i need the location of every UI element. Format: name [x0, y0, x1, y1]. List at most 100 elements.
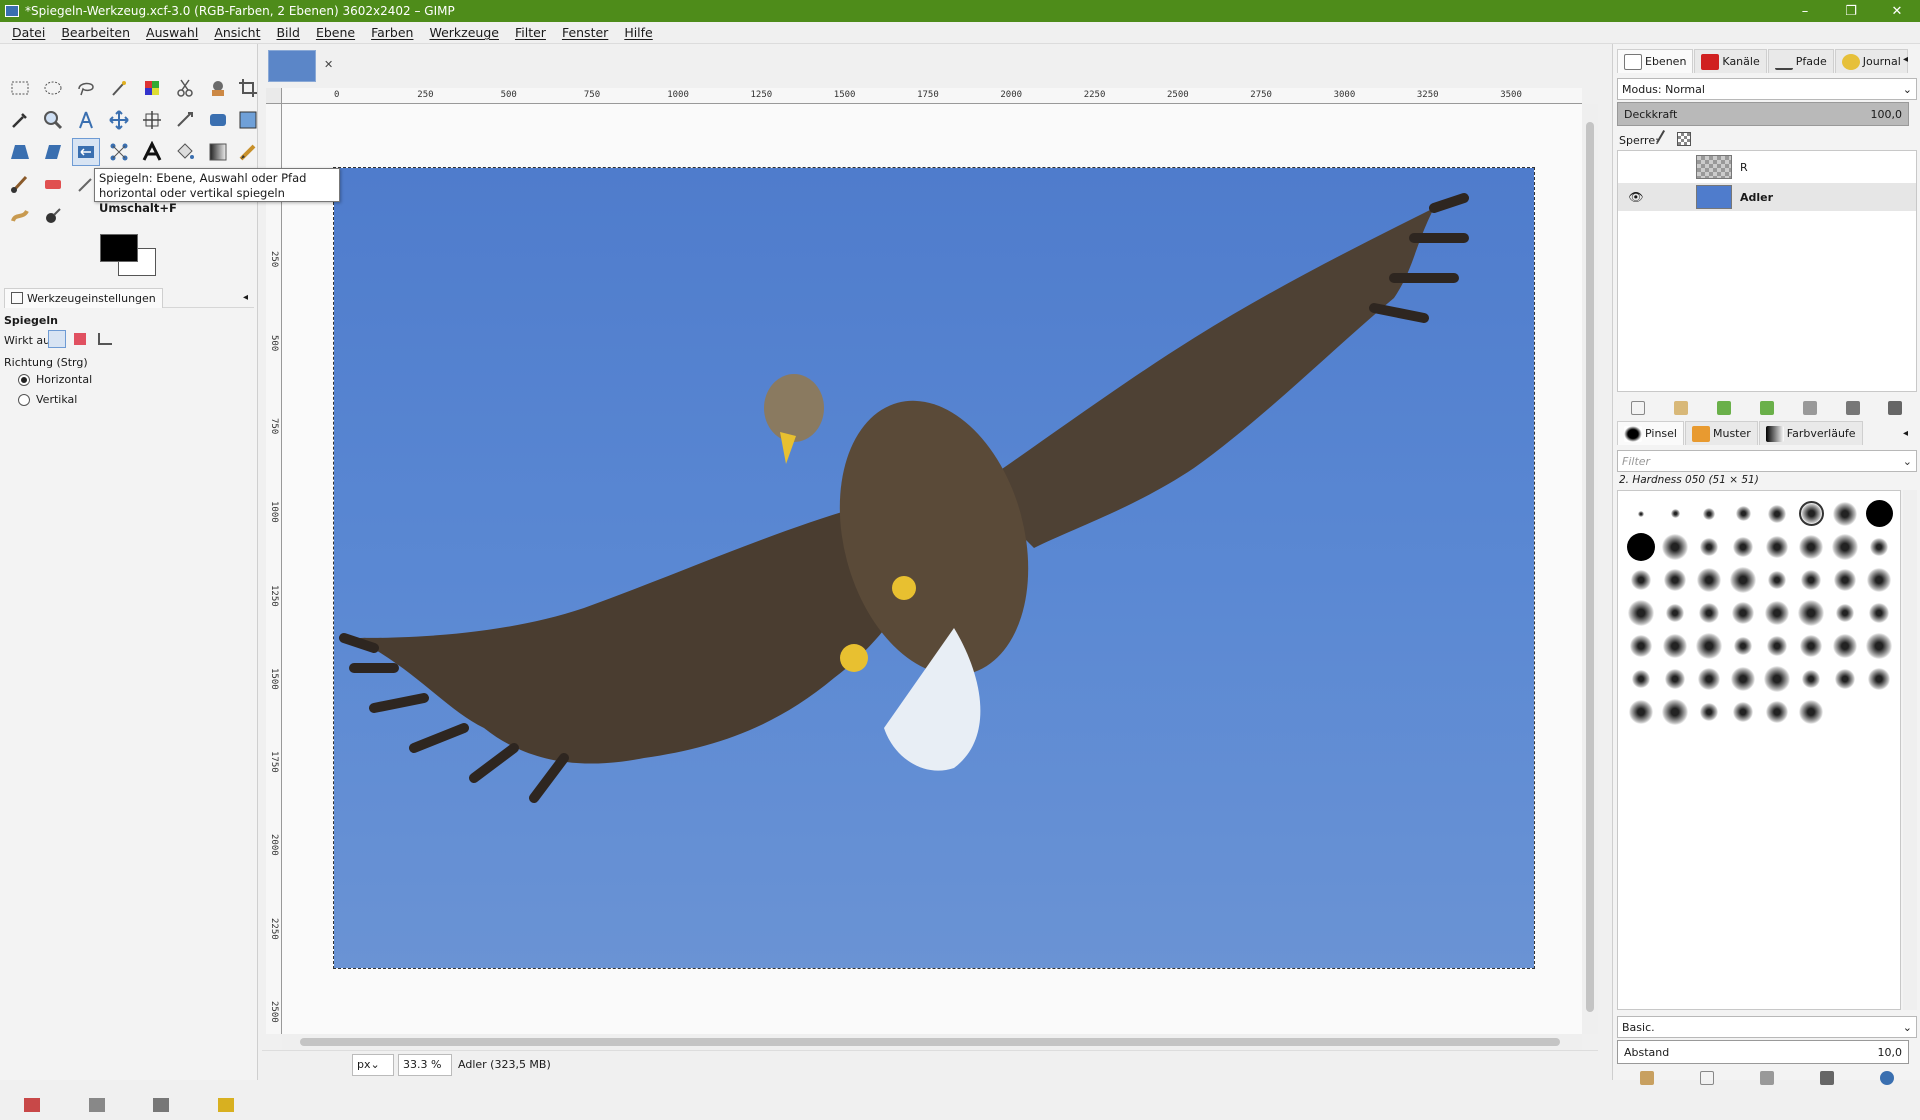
brush-filter-input[interactable]: Filter ⌄ [1617, 450, 1917, 472]
foreground-color-swatch[interactable] [100, 234, 138, 262]
lock-pixels-icon[interactable] [1656, 129, 1674, 149]
fuzzy-select-tool[interactable] [105, 74, 133, 102]
tab-layers[interactable]: Ebenen [1617, 49, 1694, 73]
menu-hilfe[interactable]: Hilfe [616, 25, 660, 40]
lower-layer-icon[interactable] [1759, 401, 1774, 415]
image-tab-thumbnail[interactable] [268, 50, 316, 82]
new-brush-icon[interactable] [1700, 1071, 1714, 1085]
pencil-tool[interactable] [234, 138, 262, 166]
brush-preview[interactable] [1832, 533, 1858, 560]
restore-options-icon[interactable] [88, 1098, 105, 1112]
move-tool[interactable] [105, 106, 133, 134]
brush-preview[interactable] [1836, 603, 1854, 622]
brush-preview[interactable] [1767, 635, 1787, 656]
brush-preview[interactable] [1731, 666, 1755, 691]
foreground-select-tool[interactable] [204, 74, 232, 102]
affect-path-icon[interactable] [98, 333, 112, 345]
horizontal-scroll-thumb[interactable] [300, 1038, 1560, 1046]
brush-preview[interactable] [1630, 634, 1652, 657]
menu-ebene[interactable]: Ebene [308, 25, 363, 40]
brush-preview[interactable] [1833, 501, 1857, 526]
transform-tool[interactable] [171, 106, 199, 134]
brush-preview[interactable] [1865, 500, 1893, 527]
brush-preview[interactable] [1766, 535, 1788, 558]
brush-preview[interactable] [1800, 634, 1822, 657]
select-by-color-tool[interactable] [138, 74, 166, 102]
bucket-fill-tool[interactable] [171, 138, 199, 166]
eye-icon[interactable]: 👁 [1626, 190, 1646, 204]
tab-patterns[interactable]: Muster [1684, 421, 1758, 445]
save-options-icon[interactable] [24, 1098, 41, 1112]
brush-preview[interactable] [1869, 602, 1889, 623]
brush-preview[interactable] [1662, 698, 1688, 725]
brush-preview[interactable] [1733, 536, 1753, 557]
menu-datei[interactable]: Datei [4, 25, 53, 40]
image-canvas[interactable] [333, 167, 1535, 969]
brush-preview[interactable] [1866, 632, 1892, 659]
menu-farben[interactable]: Farben [363, 25, 421, 40]
brush-preview[interactable] [1638, 510, 1644, 517]
menu-werkzeuge[interactable]: Werkzeuge [421, 25, 507, 40]
ruler-corner[interactable] [266, 88, 282, 104]
brush-preview[interactable] [1628, 599, 1654, 626]
zoom-select[interactable]: 33.3 % [398, 1053, 452, 1076]
brush-preview[interactable] [1766, 700, 1788, 723]
brush-preview[interactable] [1799, 699, 1823, 724]
brush-preview[interactable] [1699, 602, 1719, 623]
vertical-scrollbar[interactable] [1582, 104, 1598, 1034]
vertical-scroll-thumb[interactable] [1586, 122, 1594, 1012]
color-picker-tool[interactable] [6, 106, 34, 134]
new-layer-group-icon[interactable] [1674, 401, 1689, 415]
edit-brush-icon[interactable] [1640, 1071, 1654, 1085]
brush-preview[interactable] [1732, 601, 1754, 624]
opacity-slider[interactable]: Deckkraft 100,0 [1617, 102, 1909, 126]
canvas-viewport[interactable] [282, 104, 1582, 1034]
spacing-slider[interactable]: Abstand 10,0 [1617, 1040, 1909, 1064]
brush-preview[interactable] [1696, 632, 1722, 659]
rect-select-tool[interactable] [6, 74, 34, 102]
brush-preset-select[interactable]: Basic. ⌄ [1617, 1016, 1917, 1038]
shear-tool[interactable] [39, 138, 67, 166]
brush-preview[interactable] [1632, 669, 1650, 688]
menu-bearbeiten[interactable]: Bearbeiten [53, 25, 138, 40]
horizontal-ruler[interactable]: 0 250 500 750 1000 1250 1500 1750 2000 2250 2500 27… [282, 88, 1582, 104]
affect-layer-icon[interactable] [48, 330, 66, 348]
free-select-tool[interactable] [72, 74, 100, 102]
gradient-tool[interactable] [204, 138, 232, 166]
brush-preview[interactable] [1833, 633, 1857, 658]
close-window-button[interactable]: ✕ [1874, 0, 1920, 22]
tab-journal[interactable]: Journal [1834, 49, 1908, 73]
menu-auswahl[interactable]: Auswahl [138, 25, 206, 40]
brush-preview[interactable] [1663, 633, 1687, 658]
brush-preview[interactable] [1730, 566, 1756, 593]
vertical-radio[interactable] [18, 394, 30, 406]
tab-paths[interactable]: Pfade [1767, 49, 1834, 73]
perspective-tool[interactable] [6, 138, 34, 166]
brush-preview[interactable] [1697, 567, 1721, 592]
brush-preview[interactable] [1627, 532, 1655, 561]
restore-button[interactable]: ❐ [1828, 0, 1874, 22]
brush-preview[interactable] [1733, 701, 1753, 722]
tab-tool-options[interactable]: Werkzeugeinstellungen [4, 287, 163, 308]
brush-preview[interactable] [1670, 509, 1680, 518]
horizontal-scrollbar[interactable] [282, 1034, 1582, 1050]
brush-preview[interactable] [1664, 568, 1686, 591]
new-layer-icon[interactable] [1631, 401, 1646, 415]
refresh-brushes-icon[interactable] [1880, 1071, 1894, 1085]
brush-preview[interactable] [1700, 537, 1718, 556]
panel-menu-icon[interactable]: ◂ [243, 292, 248, 303]
layer-row-r[interactable]: R [1618, 153, 1916, 181]
delete-options-icon[interactable] [153, 1098, 170, 1112]
brush-preview[interactable] [1703, 507, 1715, 520]
tab-brushes[interactable]: Pinsel [1617, 421, 1684, 445]
close-image-tab-icon[interactable]: ✕ [324, 58, 336, 71]
duplicate-layer-icon[interactable] [1802, 401, 1817, 415]
brush-preview[interactable] [1735, 506, 1751, 521]
tab-channels[interactable]: Kanäle [1694, 49, 1767, 73]
tab-gradients[interactable]: Farbverläufe [1758, 421, 1863, 445]
reset-options-icon[interactable] [217, 1098, 234, 1112]
brush-preview[interactable] [1700, 702, 1718, 721]
brush-preview[interactable] [1698, 667, 1720, 690]
brush-preview[interactable] [1662, 533, 1688, 560]
zoom-tool[interactable] [39, 106, 67, 134]
